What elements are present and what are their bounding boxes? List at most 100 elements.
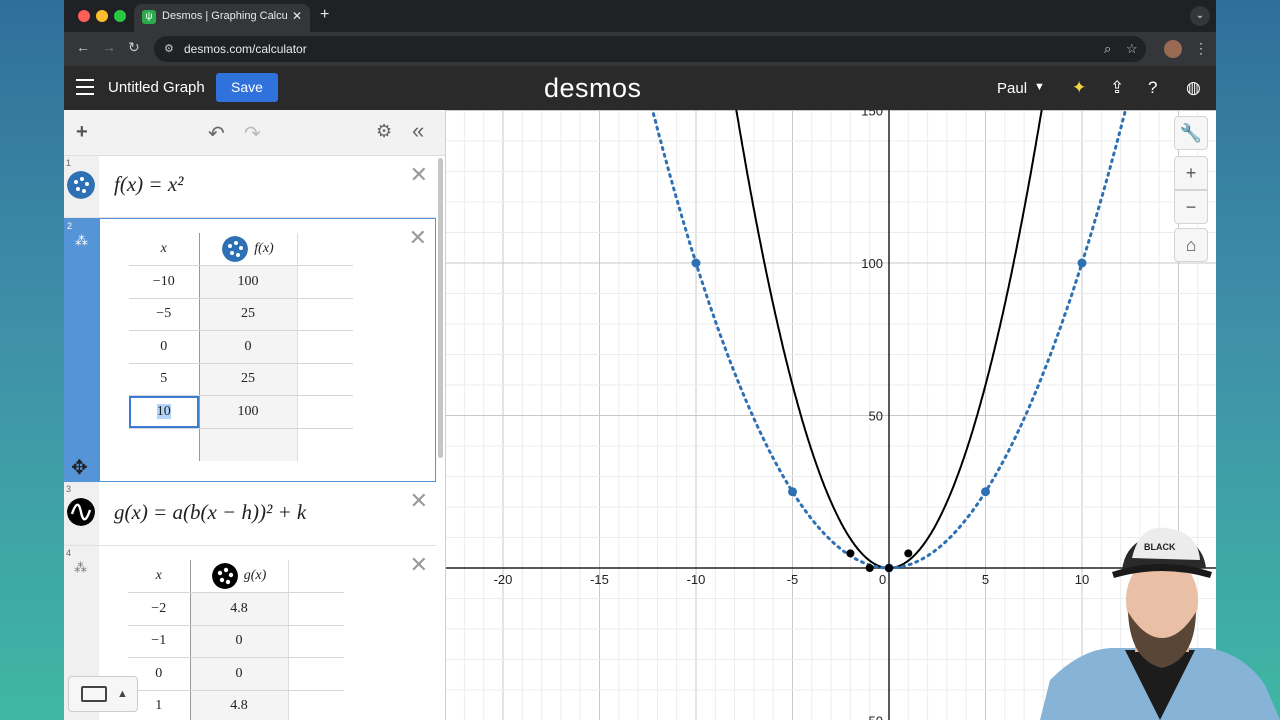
f-table-point — [788, 487, 797, 497]
browser-toolbar: ← → ↻ ⚙ desmos.com/calculator ⌕ ☆ ⋮ — [64, 32, 1216, 66]
zoom-out-icon[interactable]: − — [1174, 190, 1208, 224]
g-table-point — [904, 549, 913, 558]
y-tick-label: 50 — [869, 409, 883, 424]
table-cell: 4.8 — [190, 592, 289, 626]
user-menu[interactable]: Paul — [997, 80, 1027, 97]
undo-icon[interactable]: ↶ — [208, 121, 225, 146]
sparkle-icon[interactable]: ✦ — [1072, 78, 1086, 98]
expression-number: 2 — [67, 221, 73, 231]
wrench-icon[interactable]: 🔧 — [1174, 116, 1208, 150]
table-cell[interactable]: 5 — [129, 363, 200, 396]
g-table-point — [846, 549, 855, 558]
desmos-favicon-icon: ψ — [142, 10, 156, 24]
user-caret-icon[interactable]: ▼ — [1034, 81, 1045, 93]
back-arrow-icon[interactable]: ← — [76, 39, 90, 55]
x-tick-label: -5 — [787, 572, 799, 587]
graph-title[interactable]: Untitled Graph — [108, 79, 205, 96]
y-tick-label: 100 — [861, 256, 883, 271]
zoom-in-icon[interactable]: + — [1174, 156, 1208, 190]
settings-gear-icon[interactable]: ⚙ — [376, 121, 392, 142]
close-window-button[interactable] — [78, 10, 90, 22]
maximize-window-button[interactable] — [114, 10, 126, 22]
tab-search-chevron-icon[interactable]: ⌄ — [1190, 6, 1210, 26]
desmos-header: Untitled Graph Save desmos Paul ▼ ✦ ⇪ ? … — [64, 66, 1216, 110]
table-cell-selected[interactable]: 10 — [129, 395, 200, 429]
table-f: x f(x) −10 100 −5 25 00 5 25 10 100 — [129, 233, 353, 461]
browser-tab[interactable]: ψ Desmos | Graphing Calculator ✕ — [134, 4, 310, 32]
table-cell: 25 — [199, 363, 298, 396]
selected-cell-text[interactable]: 10 — [156, 403, 171, 419]
tab-strip: ψ Desmos | Graphing Calculator ✕ + ⌄ — [64, 0, 1216, 32]
table-cell[interactable]: −5 — [129, 298, 200, 331]
globe-icon[interactable]: ◍ — [1186, 78, 1201, 98]
profile-avatar[interactable] — [1164, 40, 1182, 58]
tab-title: Desmos | Graphing Calculator — [162, 10, 288, 22]
delete-expression-icon[interactable]: ✕ — [409, 225, 427, 251]
browser-menu-icon[interactable]: ⋮ — [1194, 40, 1208, 57]
new-tab-button[interactable]: + — [320, 6, 329, 24]
delete-expression-icon[interactable]: ✕ — [410, 162, 428, 188]
expression-latex[interactable]: g(x) = a(b(x − h))² + k — [114, 500, 306, 525]
table-header-gx[interactable]: g(x) — [190, 560, 289, 593]
site-info-icon[interactable]: ⚙ — [164, 42, 174, 55]
table-cell[interactable]: −1 — [128, 625, 191, 658]
table-header-x[interactable]: x — [128, 560, 191, 593]
keyboard-toggle-button[interactable]: ▲ — [68, 676, 138, 712]
table-cell: 0 — [190, 625, 289, 658]
table-header-fx-label: f(x) — [254, 241, 274, 257]
home-icon[interactable]: ⌂ — [1174, 228, 1208, 262]
webcam-overlay: BLACK — [1040, 527, 1280, 720]
expression-number: 1 — [66, 158, 72, 168]
table-cell: 25 — [199, 298, 298, 331]
x-tick-label: -20 — [494, 572, 513, 587]
share-icon[interactable]: ⇪ — [1110, 78, 1124, 98]
table-cell[interactable]: −10 — [129, 265, 200, 299]
table-cell: 100 — [199, 265, 298, 299]
bookmark-star-icon[interactable]: ☆ — [1126, 41, 1138, 57]
expression-gutter: 1 — [64, 156, 99, 217]
delete-expression-icon[interactable]: ✕ — [410, 552, 428, 578]
expression-3[interactable]: 3 g(x) = a(b(x − h))² + k ✕ — [64, 482, 436, 546]
table-cell: 4.8 — [190, 690, 289, 720]
add-item-icon[interactable]: + — [76, 121, 88, 144]
delete-expression-icon[interactable]: ✕ — [410, 488, 428, 514]
table-cell: 0 — [190, 657, 289, 691]
expression-list: + ↶ ↷ ⚙ « 1 f(x) = x² ✕ 2 ⁂ ✥ x f(x) −10… — [64, 110, 446, 720]
hamburger-menu-icon[interactable] — [76, 79, 94, 95]
save-button[interactable]: Save — [216, 73, 278, 102]
help-icon[interactable]: ? — [1148, 78, 1157, 98]
y-tick-label: 150 — [861, 110, 883, 119]
expression-2-table[interactable]: 2 ⁂ ✥ x f(x) −10 100 −5 25 0 0 5 25 10 1… — [64, 218, 436, 482]
desmos-logo: desmos — [544, 73, 642, 103]
curve-style-icon[interactable] — [67, 498, 95, 526]
expression-1[interactable]: 1 f(x) = x² ✕ — [64, 156, 436, 218]
redo-icon[interactable]: ↷ — [244, 121, 261, 146]
points-style-icon[interactable] — [67, 171, 95, 199]
collapse-list-icon[interactable]: « — [412, 118, 424, 144]
points-style-icon[interactable] — [222, 236, 249, 262]
address-bar[interactable]: ⚙ desmos.com/calculator ⌕ ☆ — [154, 36, 1146, 62]
minimize-window-button[interactable] — [96, 10, 108, 22]
points-style-icon[interactable] — [211, 563, 238, 589]
table-icon: ⁂ — [75, 233, 88, 248]
forward-arrow-icon[interactable]: → — [102, 39, 116, 55]
table-header-fx[interactable]: f(x) — [199, 233, 298, 266]
cap-logo: BLACK — [1144, 542, 1176, 552]
tab-close-icon[interactable]: ✕ — [292, 9, 302, 23]
table-icon: ⁂ — [74, 560, 87, 575]
f-table-point — [981, 487, 990, 497]
table-header-gx-label: g(x) — [243, 568, 267, 584]
expression-scrollbar[interactable] — [438, 158, 443, 458]
expression-gutter: 3 — [64, 482, 99, 545]
table-header-x[interactable]: x — [129, 233, 200, 266]
reload-icon[interactable]: ↻ — [128, 39, 140, 56]
zoom-icon[interactable]: ⌕ — [1104, 41, 1111, 57]
x-tick-label: -10 — [687, 572, 706, 587]
table-cell[interactable]: 0 — [129, 330, 200, 364]
table-cell: 100 — [199, 395, 298, 429]
table-cell[interactable]: −2 — [128, 592, 191, 626]
f-table-point — [691, 258, 701, 268]
url-text: desmos.com/calculator — [184, 42, 307, 56]
move-cursor-icon: ✥ — [71, 457, 88, 479]
expression-latex[interactable]: f(x) = x² — [114, 172, 183, 197]
